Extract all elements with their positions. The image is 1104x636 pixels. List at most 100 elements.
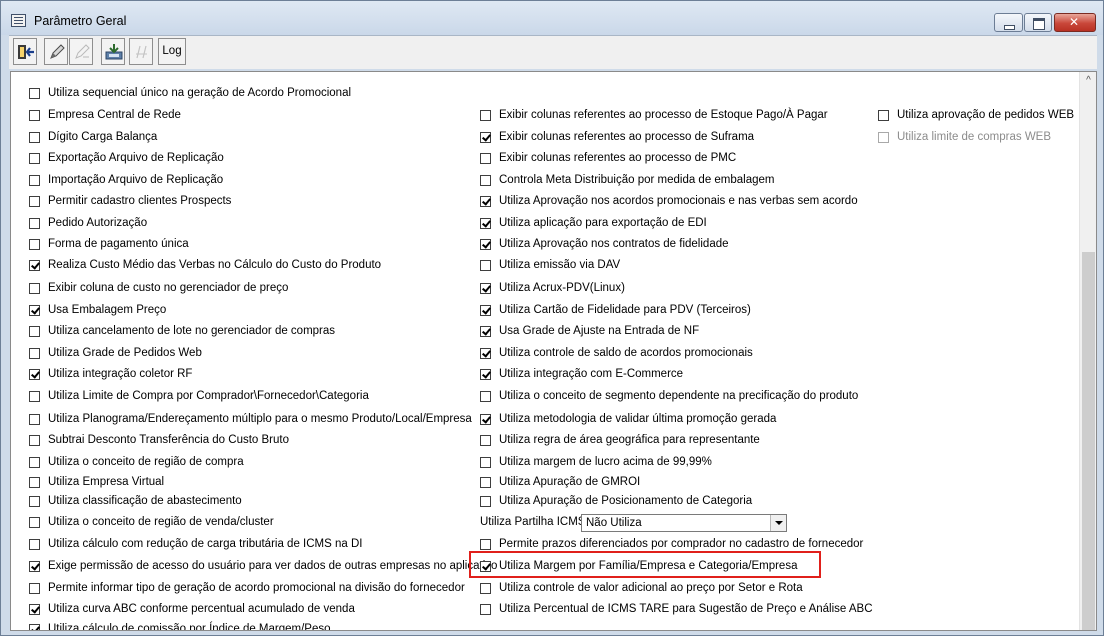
checkbox-unchecked[interactable] (480, 391, 491, 402)
checkbox-checked[interactable] (29, 260, 40, 271)
partilha-icms-select[interactable]: Não Utiliza (581, 514, 787, 532)
checkbox-unchecked[interactable] (29, 88, 40, 99)
edit-disabled-button[interactable] (69, 38, 93, 65)
parameter-label: Exibir colunas referentes ao processo de… (499, 131, 755, 143)
checkbox-unchecked[interactable] (29, 348, 40, 359)
checkbox-unchecked[interactable] (480, 110, 491, 121)
save-icon (105, 44, 123, 60)
checkbox-checked[interactable] (29, 305, 40, 316)
parameters-panel: Utiliza sequencial único na geração de A… (10, 71, 1097, 631)
toolbar: Log (9, 35, 1097, 69)
checkbox-checked[interactable] (480, 196, 491, 207)
checkbox-unchecked[interactable] (480, 496, 491, 507)
checkbox-unchecked[interactable] (29, 391, 40, 402)
maximize-button[interactable] (1024, 13, 1052, 32)
checkbox-unchecked[interactable] (480, 260, 491, 271)
checkbox-unchecked[interactable] (878, 110, 889, 121)
checkbox-checked[interactable] (29, 369, 40, 380)
checkbox-checked[interactable] (29, 604, 40, 615)
highlight-box (469, 551, 821, 578)
parameter-label: Utiliza Apuração de GMROI (499, 476, 641, 488)
checkbox-unchecked[interactable] (29, 326, 40, 337)
checkbox-checked[interactable] (480, 305, 491, 316)
checkbox-unchecked[interactable] (29, 435, 40, 446)
cancel-disabled-button[interactable] (129, 38, 153, 65)
checkbox-unchecked[interactable] (29, 132, 40, 143)
parameter-label: Permite prazos diferenciados por comprad… (499, 538, 864, 550)
parameter-label: Utiliza sequencial único na geração de A… (48, 87, 352, 99)
checkbox-unchecked[interactable] (480, 583, 491, 594)
scroll-up-icon[interactable]: ^ (1080, 72, 1096, 89)
checkbox-checked[interactable] (480, 326, 491, 337)
parameter-label: Permite informar tipo de geração de acor… (48, 582, 465, 594)
checkbox-unchecked[interactable] (29, 583, 40, 594)
checkbox-unchecked[interactable] (29, 457, 40, 468)
checkbox-unchecked[interactable] (480, 435, 491, 446)
checkbox-unchecked[interactable] (480, 477, 491, 488)
parameter-label: Utiliza o conceito de região de venda/cl… (48, 516, 274, 528)
exit-icon (18, 45, 34, 59)
save-button[interactable] (101, 38, 125, 65)
parameter-label: Empresa Central de Rede (48, 109, 181, 121)
checkbox-unchecked[interactable] (480, 457, 491, 468)
checkbox-unchecked[interactable] (480, 175, 491, 186)
checkbox-unchecked[interactable] (29, 153, 40, 164)
checkbox-checked[interactable] (480, 414, 491, 425)
checkbox-checked[interactable] (29, 624, 40, 630)
parameter-label: Utiliza o conceito de segmento dependent… (499, 390, 859, 402)
chevron-down-icon[interactable] (770, 515, 786, 531)
parameter-label: Forma de pagamento única (48, 238, 189, 250)
parameter-label: Utiliza curva ABC conforme percentual ac… (48, 603, 355, 615)
partilha-icms-label: Utiliza Partilha ICMS (480, 516, 586, 528)
parameter-label: Exibir coluna de custo no gerenciador de… (48, 282, 289, 294)
parameter-label: Exibir colunas referentes ao processo de… (499, 152, 737, 164)
log-button[interactable]: Log (158, 38, 186, 65)
edit-button[interactable] (44, 38, 68, 65)
close-button[interactable] (1054, 13, 1096, 32)
parameter-label: Utiliza integração com E-Commerce (499, 368, 684, 380)
parameter-label: Subtrai Desconto Transferência do Custo … (48, 434, 289, 446)
minimize-button[interactable] (994, 13, 1023, 32)
parameter-label: Utiliza controle de saldo de acordos pro… (499, 347, 753, 359)
checkbox-unchecked[interactable] (29, 477, 40, 488)
scroll-thumb[interactable] (1082, 252, 1095, 630)
parameter-label: Utiliza Apuração de Posicionamento de Ca… (499, 495, 753, 507)
parameter-label: Pedido Autorização (48, 217, 148, 229)
exit-button[interactable] (13, 38, 37, 65)
checkbox-unchecked[interactable] (29, 414, 40, 425)
checkbox-checked[interactable] (480, 132, 491, 143)
checkbox-checked[interactable] (480, 369, 491, 380)
checkbox-unchecked[interactable] (29, 110, 40, 121)
checkbox-checked[interactable] (480, 348, 491, 359)
checkbox-unchecked[interactable] (29, 283, 40, 294)
checkbox-unchecked[interactable] (480, 153, 491, 164)
parameter-label: Utiliza cancelamento de lote no gerencia… (48, 325, 336, 337)
parameter-label: Utiliza regra de área geográfica para re… (499, 434, 760, 446)
checkbox-unchecked[interactable] (480, 604, 491, 615)
parameter-label: Usa Embalagem Preço (48, 304, 167, 316)
edit-disabled-icon (75, 44, 90, 59)
parameter-label: Utiliza Cartão de Fidelidade para PDV (T… (499, 304, 751, 316)
parameter-label: Realiza Custo Médio das Verbas no Cálcul… (48, 259, 382, 271)
parameter-label: Permitir cadastro clientes Prospects (48, 195, 232, 207)
checkbox-unchecked[interactable] (29, 517, 40, 528)
parameter-label: Controla Meta Distribuição por medida de… (499, 174, 775, 186)
checkbox-checked[interactable] (29, 561, 40, 572)
checkbox-unchecked[interactable] (29, 239, 40, 250)
checkbox-checked[interactable] (480, 239, 491, 250)
checkbox-unchecked[interactable] (29, 496, 40, 507)
checkbox-unchecked[interactable] (29, 175, 40, 186)
parameter-label: Exportação Arquivo de Replicação (48, 152, 224, 164)
checkbox-unchecked[interactable] (29, 539, 40, 550)
checkbox-unchecked[interactable] (29, 196, 40, 207)
checkbox-unchecked[interactable] (878, 132, 889, 143)
checkbox-checked[interactable] (480, 283, 491, 294)
checkbox-checked[interactable] (480, 218, 491, 229)
parameter-label: Utiliza Empresa Virtual (48, 476, 165, 488)
checkbox-unchecked[interactable] (480, 539, 491, 550)
window-icon (11, 14, 26, 27)
checkbox-unchecked[interactable] (29, 218, 40, 229)
parameter-label: Utiliza o conceito de região de compra (48, 456, 244, 468)
parameter-label: Utiliza Acrux-PDV(Linux) (499, 282, 625, 294)
vertical-scrollbar[interactable]: ^ (1079, 72, 1096, 630)
